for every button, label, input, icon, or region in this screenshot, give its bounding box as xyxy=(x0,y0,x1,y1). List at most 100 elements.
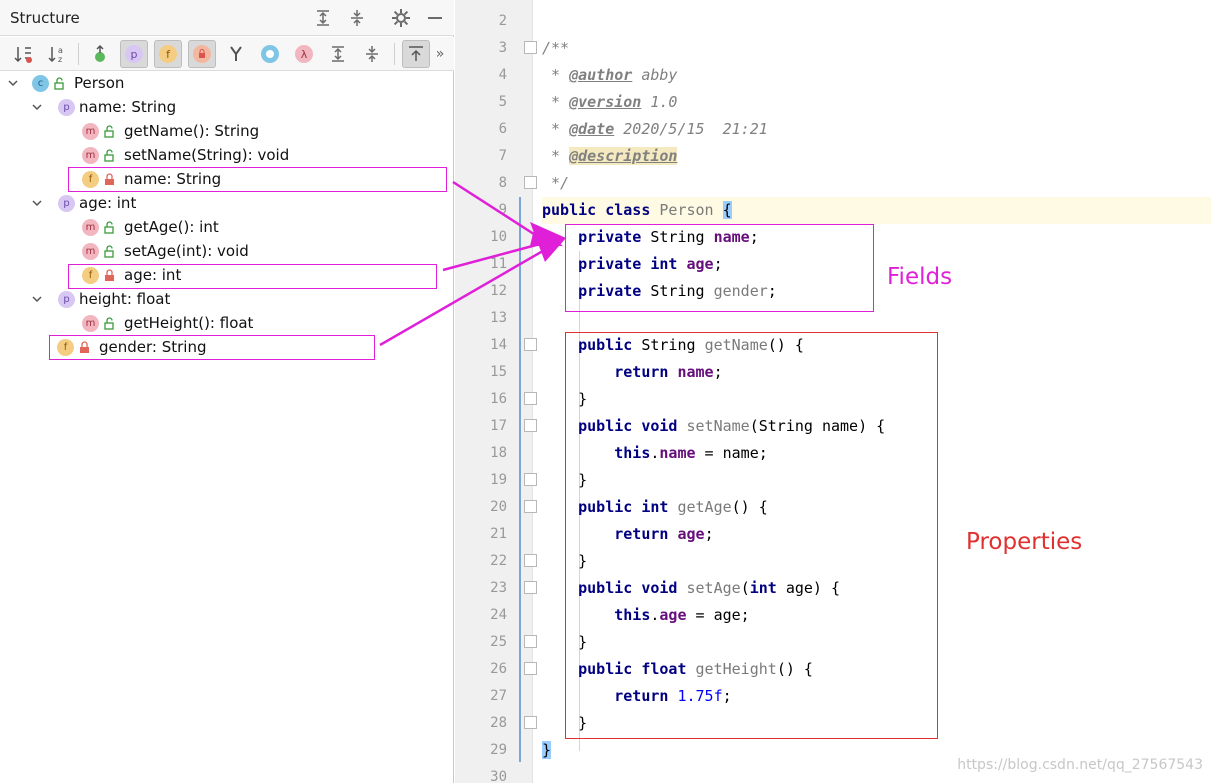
expand-all-icon[interactable] xyxy=(324,40,352,68)
tree-row-method[interactable]: m getName(): String xyxy=(0,120,454,144)
method-icon: m xyxy=(82,219,99,236)
tree-row-field[interactable]: f name: String xyxy=(0,168,454,192)
public-unlock-icon xyxy=(104,221,114,234)
fold-marker-icon[interactable] xyxy=(524,338,537,351)
public-unlock-icon xyxy=(104,149,114,162)
toolbar-separator xyxy=(394,43,395,65)
fold-marker-icon[interactable] xyxy=(524,554,537,567)
fold-marker-icon[interactable] xyxy=(524,716,537,729)
fold-marker-icon[interactable] xyxy=(524,473,537,486)
line-number: 10 xyxy=(490,229,507,245)
tree-row-method[interactable]: m getAge(): int xyxy=(0,216,454,240)
tree-row-method[interactable]: m setName(String): void xyxy=(0,144,454,168)
code-line: * @author abby xyxy=(542,66,678,84)
fold-marker-icon[interactable] xyxy=(524,581,537,594)
line-number: 28 xyxy=(490,715,507,731)
tree-item-label: name: String xyxy=(79,98,177,116)
method-icon: m xyxy=(82,147,99,164)
tree-item-label: height: float xyxy=(79,290,171,308)
properties-annotation-box xyxy=(565,332,938,739)
fold-marker-icon[interactable] xyxy=(524,392,537,405)
line-number: 16 xyxy=(490,391,507,407)
line-number: 18 xyxy=(490,445,507,461)
line-number: 12 xyxy=(490,283,507,299)
fold-marker-icon[interactable] xyxy=(524,176,537,189)
line-number: 14 xyxy=(490,337,507,353)
tree-item-label: setName(String): void xyxy=(124,146,290,164)
chevron-down-icon[interactable] xyxy=(30,196,44,210)
tree-item-label: age: int xyxy=(79,194,137,212)
tree-item-label: gender: String xyxy=(99,338,207,356)
line-number: 27 xyxy=(490,688,507,704)
tree-item-label: getHeight(): float xyxy=(124,314,254,332)
code-line: public class Person { xyxy=(542,201,732,219)
line-number: 29 xyxy=(490,742,507,758)
collapse-all-icon[interactable] xyxy=(346,7,368,29)
field-icon: f xyxy=(82,171,99,188)
fold-marker-icon[interactable] xyxy=(524,41,537,54)
line-number: 13 xyxy=(490,310,507,326)
tree-item-label: Person xyxy=(74,74,125,92)
code-line: } xyxy=(542,741,552,759)
show-anonymous-icon[interactable] xyxy=(256,40,284,68)
tree-row-method[interactable]: m setAge(int): void xyxy=(0,240,454,264)
autoscroll-from-source-icon[interactable] xyxy=(402,40,430,68)
line-number: 5 xyxy=(498,94,507,110)
show-fields-icon[interactable]: f xyxy=(154,40,182,68)
chevron-down-icon[interactable] xyxy=(30,292,44,306)
panel-header: Structure xyxy=(0,0,454,36)
chevron-down-icon[interactable] xyxy=(30,100,44,114)
code-line: /** xyxy=(542,39,570,57)
sort-by-visibility-icon[interactable] xyxy=(10,40,38,68)
tree-item-label: setAge(int): void xyxy=(124,242,249,260)
code-line: * @version 1.0 xyxy=(542,93,678,111)
public-unlock-icon xyxy=(104,125,114,138)
panel-title: Structure xyxy=(10,9,80,27)
property-icon: p xyxy=(58,291,75,308)
tree-row-property[interactable]: p height: float xyxy=(0,288,454,312)
show-interfaces-icon[interactable] xyxy=(222,40,250,68)
gear-icon[interactable] xyxy=(390,7,412,29)
more-options-icon[interactable]: » xyxy=(430,40,450,68)
code-line: * @date 2020/5/15 21:21 xyxy=(542,120,768,138)
line-number-gutter: 2 3 4 5 6 7 8 9 10 11 12 13 14 15 16 17 … xyxy=(455,0,537,783)
line-number: 21 xyxy=(490,526,507,542)
line-number: 7 xyxy=(498,148,507,164)
tree-item-label: name: String xyxy=(124,170,222,188)
fields-annotation-label: Fields xyxy=(887,264,953,290)
structure-toolbar: az p f λ » xyxy=(0,37,454,71)
line-number: 20 xyxy=(490,499,507,515)
tree-row-person[interactable]: c Person xyxy=(0,72,454,96)
tree-row-field[interactable]: f gender: String xyxy=(0,336,454,360)
sort-alphabetically-icon[interactable]: az xyxy=(44,40,72,68)
fold-marker-icon[interactable] xyxy=(524,635,537,648)
show-lambdas-icon[interactable]: λ xyxy=(290,40,318,68)
expand-all-icon[interactable] xyxy=(312,7,334,29)
tree-row-property[interactable]: p name: String xyxy=(0,96,454,120)
property-icon: p xyxy=(58,99,75,116)
code-editor[interactable]: 2 3 4 5 6 7 8 9 10 11 12 13 14 15 16 17 … xyxy=(455,0,1211,783)
minimize-icon[interactable] xyxy=(424,7,446,29)
tree-row-property[interactable]: p age: int xyxy=(0,192,454,216)
public-unlock-icon xyxy=(104,245,114,258)
show-properties-icon[interactable]: p xyxy=(120,40,148,68)
line-number: 2 xyxy=(498,13,507,29)
tree-item-label: getName(): String xyxy=(124,122,260,140)
method-icon: m xyxy=(82,123,99,140)
fold-marker-icon[interactable] xyxy=(524,662,537,675)
chevron-down-icon[interactable] xyxy=(6,76,20,90)
fold-marker-icon[interactable] xyxy=(524,419,537,432)
scope-indicator xyxy=(519,197,521,762)
line-number: 24 xyxy=(490,607,507,623)
private-lock-icon xyxy=(80,341,89,353)
fold-marker-icon[interactable] xyxy=(524,500,537,513)
line-number: 25 xyxy=(490,634,507,650)
line-number: 23 xyxy=(490,580,507,596)
tree-row-field[interactable]: f age: int xyxy=(0,264,454,288)
collapse-all-icon[interactable] xyxy=(358,40,386,68)
show-non-public-icon[interactable] xyxy=(188,40,216,68)
show-inherited-icon[interactable] xyxy=(86,40,114,68)
line-number: 19 xyxy=(490,472,507,488)
tree-row-method[interactable]: m getHeight(): float xyxy=(0,312,454,336)
line-number: 9 xyxy=(498,202,507,218)
